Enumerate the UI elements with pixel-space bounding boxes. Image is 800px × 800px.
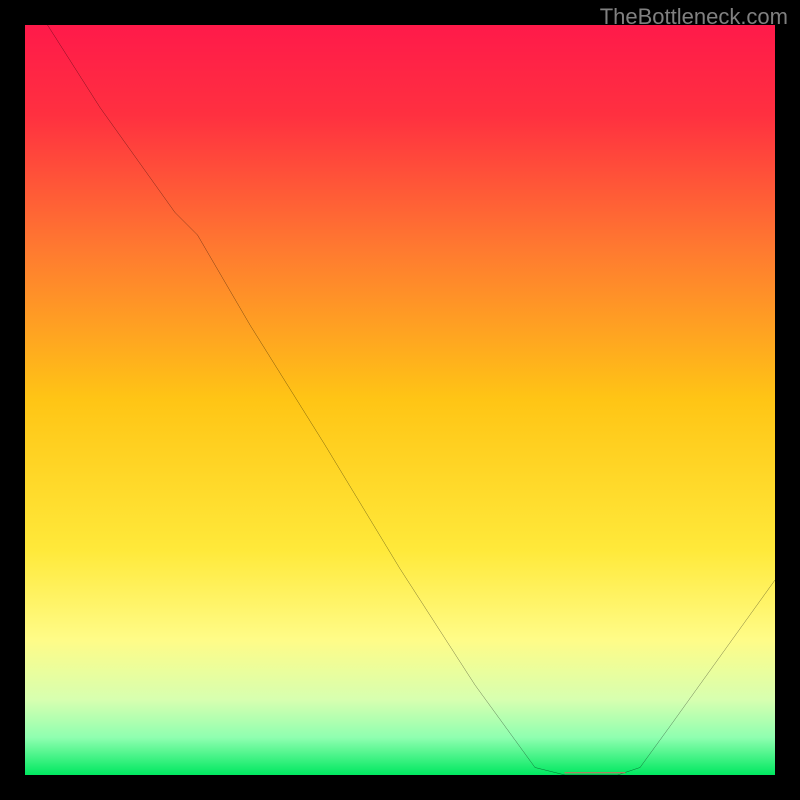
bottleneck-chart [25,25,775,775]
chart-background [25,25,775,775]
watermark-text: TheBottleneck.com [600,4,788,30]
